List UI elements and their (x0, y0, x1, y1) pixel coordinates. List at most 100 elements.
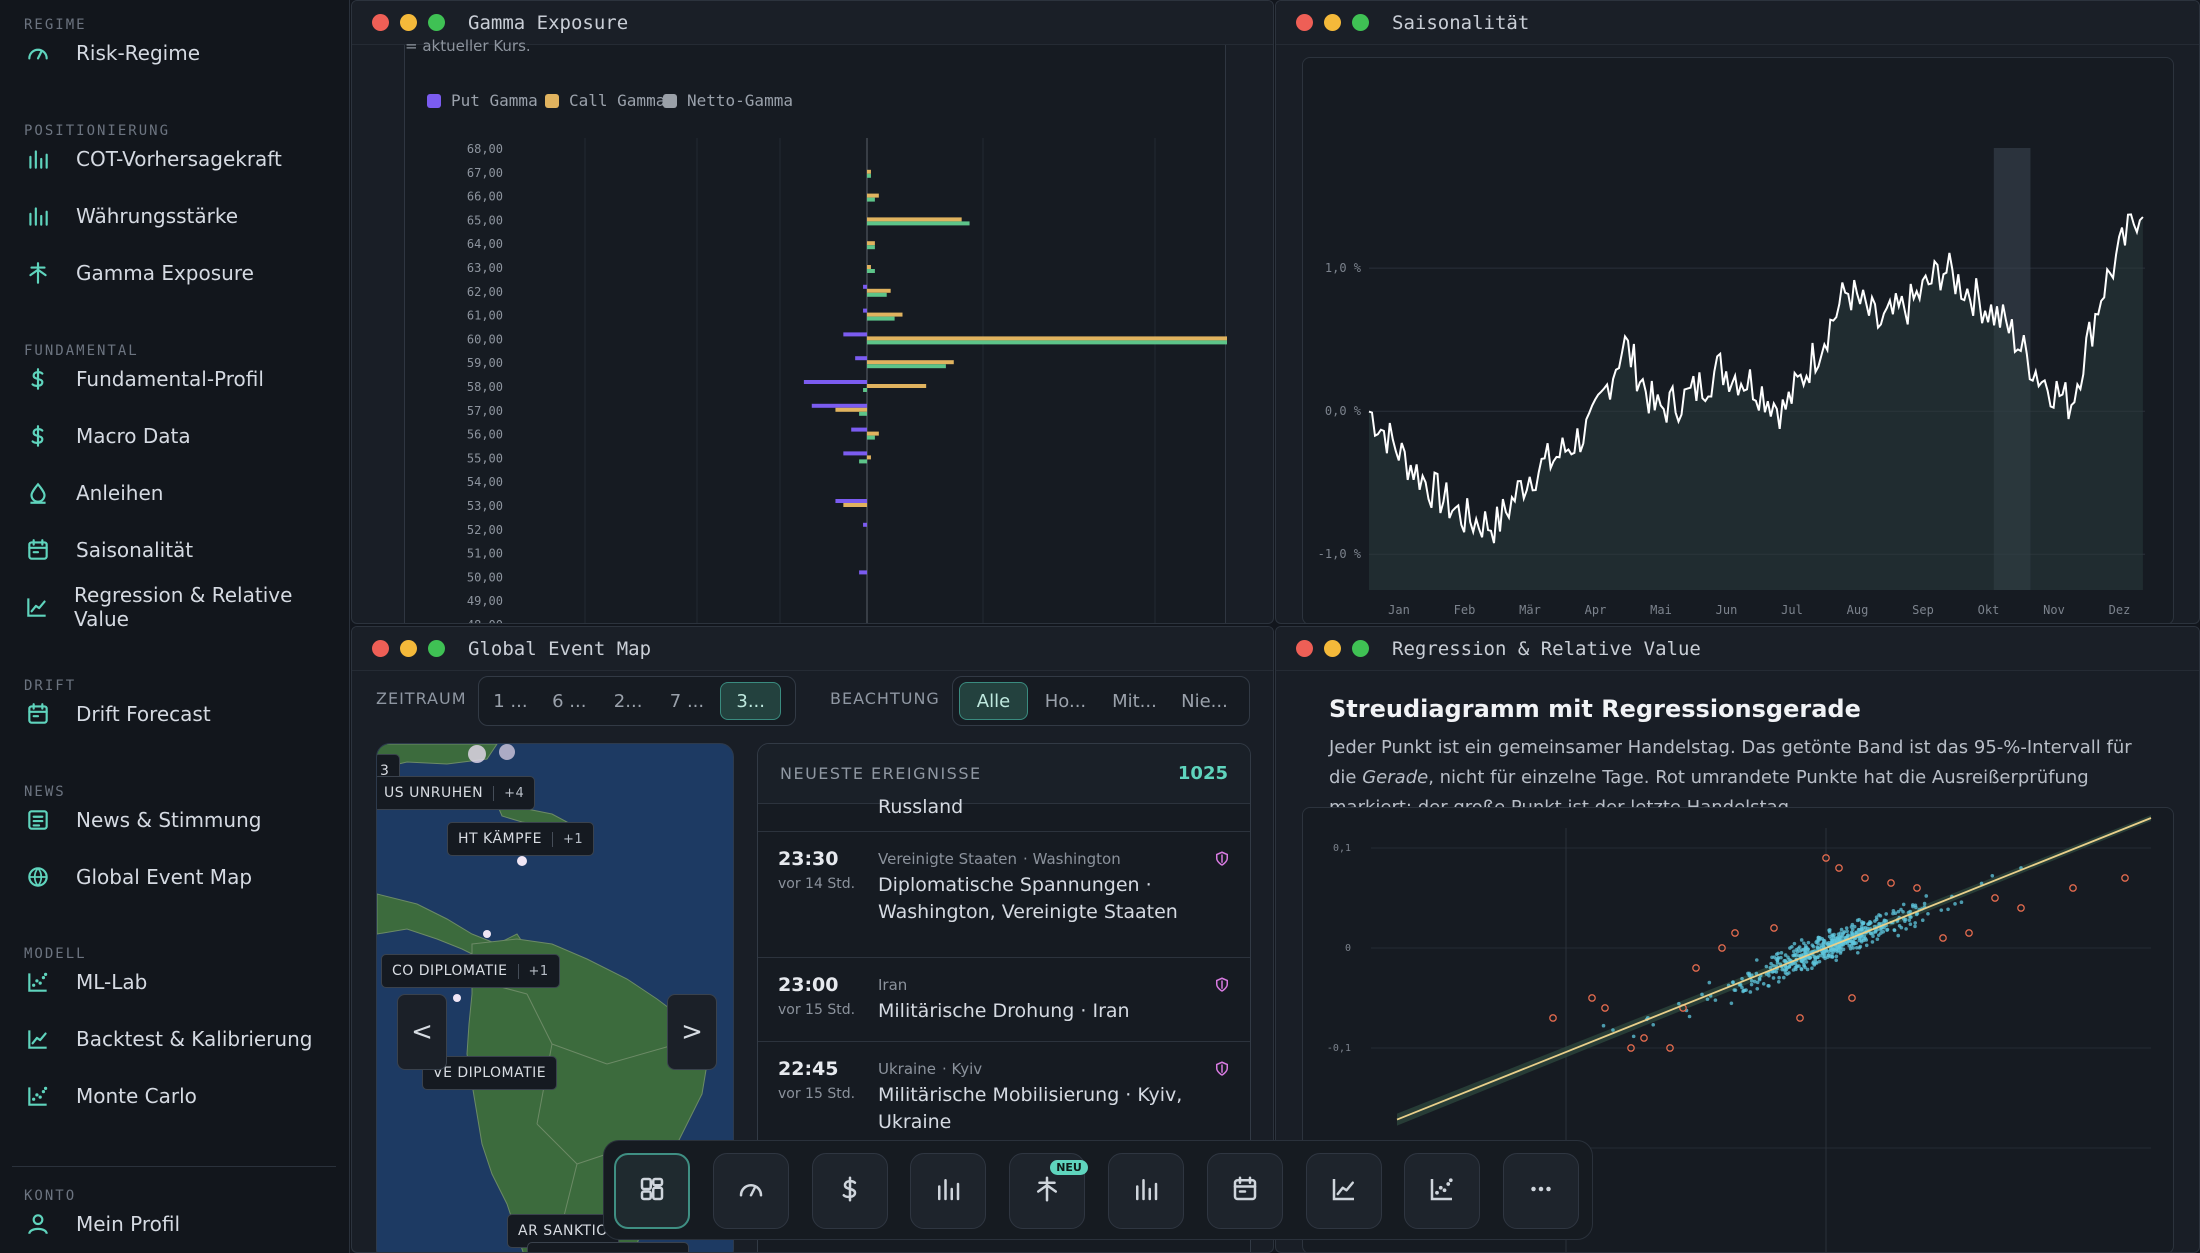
gamma-bar[interactable] (851, 427, 867, 432)
sidebar-item-saisonalität[interactable]: Saisonalität (24, 530, 334, 570)
gamma-bar[interactable] (803, 380, 867, 384)
minimize-window-button[interactable] (400, 14, 417, 31)
map-prev-button[interactable]: < (397, 994, 447, 1070)
gamma-bar[interactable] (843, 332, 867, 337)
close-window-button[interactable] (372, 14, 389, 31)
gamma-bar[interactable] (867, 340, 1227, 345)
gamma-bar[interactable] (867, 360, 954, 365)
dock-gamma-button[interactable]: NEU (1009, 1153, 1088, 1229)
sidebar-item-news-stimmung[interactable]: News & Stimmung (24, 800, 334, 840)
dock-gauge-button[interactable] (712, 1153, 789, 1229)
dock-calendar-button[interactable] (1206, 1153, 1283, 1229)
gamma-bar[interactable] (855, 356, 867, 361)
outlier-point[interactable] (1887, 879, 1895, 887)
maximize-window-button[interactable] (428, 640, 445, 657)
shield-icon[interactable] (1213, 850, 1231, 868)
gamma-bar[interactable] (867, 265, 871, 269)
sidebar-item-global-event-map[interactable]: Global Event Map (24, 857, 334, 897)
close-window-button[interactable] (1296, 14, 1313, 31)
outlier-point[interactable] (1796, 1014, 1804, 1022)
gamma-bar[interactable] (867, 193, 879, 198)
sidebar-item-gamma-exposure[interactable]: Gamma Exposure (24, 253, 334, 293)
map-event-tag[interactable]: US UNRUHEN +4 (377, 776, 536, 810)
gamma-bar[interactable] (867, 435, 875, 440)
list-item[interactable]: 23:30 vor 14 Std. Vereinigte Staaten · Wash… (758, 832, 1250, 958)
gamma-bar[interactable] (863, 522, 867, 527)
shield-icon[interactable] (1213, 976, 1231, 994)
gamma-bar[interactable] (867, 292, 887, 297)
sidebar-item-backtest-kalibrierung[interactable]: Backtest & Kalibrierung (24, 1019, 334, 1059)
gamma-bar[interactable] (867, 217, 962, 222)
gamma-bar[interactable] (859, 459, 867, 464)
beachtung-option[interactable]: Ho... (1036, 682, 1095, 720)
gamma-bar[interactable] (843, 451, 867, 456)
beachtung-option[interactable]: Nie... (1174, 682, 1235, 720)
outlier-point[interactable] (2017, 904, 2025, 912)
outlier-point[interactable] (1692, 964, 1700, 972)
gamma-bar[interactable] (867, 384, 927, 388)
list-item[interactable]: 23:00 vor 15 Std. Iran Militärische Drohung… (758, 958, 1250, 1042)
gamma-bar[interactable] (859, 411, 867, 416)
gamma-bar[interactable] (835, 499, 867, 503)
dock-dashboard-button[interactable] (614, 1153, 690, 1229)
dock-bars-button[interactable] (1108, 1153, 1184, 1229)
gamma-bar[interactable] (811, 403, 867, 408)
map-event-tag[interactable]: CO DIPLOMATIE +1 (381, 954, 560, 988)
dock-bars-button[interactable] (910, 1153, 987, 1229)
gamma-bar[interactable] (863, 284, 867, 289)
dock-dollar-button[interactable] (811, 1153, 888, 1229)
close-window-button[interactable] (1296, 640, 1313, 657)
outlier-point[interactable] (1588, 994, 1596, 1002)
sidebar-item-fundamental-profil[interactable]: Fundamental-Profil (24, 359, 334, 399)
sidebar-item-monte-carlo[interactable]: Monte Carlo (24, 1076, 334, 1116)
outlier-point[interactable] (1848, 994, 1856, 1002)
minimize-window-button[interactable] (400, 640, 417, 657)
sidebar-item-cot-vorhersagekraft[interactable]: COT-Vorhersagekraft (24, 139, 334, 179)
outlier-point[interactable] (1835, 864, 1843, 872)
gamma-bar[interactable] (867, 197, 875, 202)
maximize-window-button[interactable] (1352, 14, 1369, 31)
gamma-bar[interactable] (867, 288, 891, 293)
sidebar-item-risk-regime[interactable]: Risk-Regime (24, 33, 334, 73)
outlier-point[interactable] (1913, 884, 1921, 892)
gamma-bar[interactable] (859, 570, 867, 575)
list-item[interactable]: Russland (758, 796, 1250, 832)
outlier-point[interactable] (1939, 934, 1947, 942)
dock-chart-line-button[interactable] (1305, 1153, 1382, 1229)
gamma-bar[interactable] (867, 221, 970, 226)
gamma-bar[interactable] (843, 503, 867, 507)
gamma-bar[interactable] (867, 364, 946, 369)
sidebar-item-macro-data[interactable]: Macro Data (24, 416, 334, 456)
gamma-bar[interactable] (867, 245, 875, 250)
minimize-window-button[interactable] (1324, 640, 1341, 657)
maximize-window-button[interactable] (1352, 640, 1369, 657)
outlier-point[interactable] (2069, 884, 2077, 892)
sidebar-item-ml-lab[interactable]: ML-Lab (24, 962, 334, 1002)
gamma-bar[interactable] (863, 388, 867, 392)
zeitraum-option[interactable]: 6 ... (544, 682, 595, 720)
shield-icon[interactable] (1213, 1060, 1231, 1078)
gamma-bar[interactable] (867, 173, 871, 178)
outlier-point[interactable] (1549, 1014, 1557, 1022)
gamma-bar[interactable] (867, 269, 875, 273)
gamma-bar[interactable] (835, 407, 867, 412)
outlier-point[interactable] (1965, 929, 1973, 937)
sidebar-item-anleihen[interactable]: Anleihen (24, 473, 334, 513)
outlier-point[interactable] (1731, 929, 1739, 937)
dock-more-button[interactable] (1503, 1153, 1580, 1229)
outlier-point[interactable] (1770, 924, 1778, 932)
sidebar-item-drift-forecast[interactable]: Drift Forecast (24, 694, 334, 734)
map-event-tag[interactable]: AR UNRUHEN+2 (527, 1242, 690, 1252)
gamma-bar[interactable] (867, 169, 871, 174)
minimize-window-button[interactable] (1324, 14, 1341, 31)
zeitraum-option[interactable]: 2... (603, 682, 654, 720)
gamma-bar[interactable] (867, 312, 903, 317)
gamma-bar[interactable] (863, 308, 867, 313)
map-event-tag[interactable]: HT KÄMPFE +1 (447, 822, 595, 856)
sidebar-item-mein-profil[interactable]: Mein Profil (24, 1204, 334, 1244)
zeitraum-option[interactable]: 7 ... (662, 682, 713, 720)
outlier-point[interactable] (1601, 1004, 1609, 1012)
zeitraum-option[interactable]: 1 ... (485, 682, 536, 720)
outlier-point[interactable] (1640, 1034, 1648, 1042)
gamma-bar[interactable] (867, 316, 895, 321)
